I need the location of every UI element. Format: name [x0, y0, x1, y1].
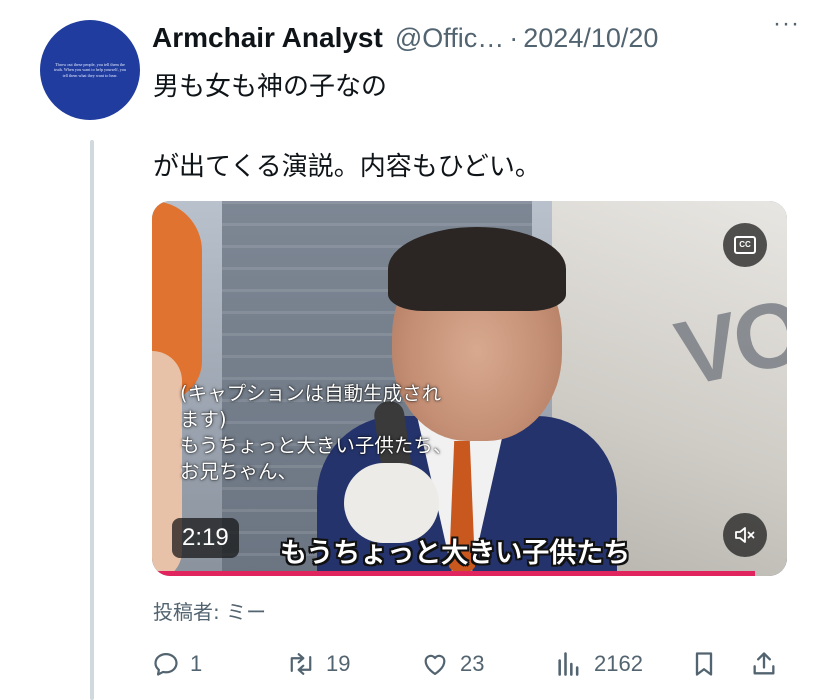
views-icon — [558, 652, 579, 676]
separator-dot: · — [509, 22, 519, 53]
reply-button[interactable]: 1 — [152, 644, 202, 684]
tweet-header: Armchair Analyst @Offic… · 2024/10/20 — [152, 18, 812, 58]
muted-speaker-icon — [735, 527, 755, 543]
like-button[interactable]: 23 — [420, 644, 484, 684]
retweet-icon — [290, 653, 312, 675]
reply-icon — [154, 652, 178, 676]
views-count: 2162 — [594, 651, 643, 676]
avatar-text: Throw out these people, you tell them th… — [53, 61, 127, 78]
video-frame-speaker-hair — [388, 227, 566, 311]
bookmark-icon — [695, 652, 713, 676]
auto-caption: (キャプションは自動生成され ます) もうちょっと大きい子供たち、 お兄ちゃん、 — [180, 381, 452, 485]
avatar[interactable]: Throw out these people, you tell them th… — [40, 20, 140, 120]
reply-count: 1 — [190, 651, 203, 676]
tweet-text-line-2: が出てくる演説。内容もひどい。 — [153, 152, 541, 182]
burned-in-subtitle: もうちょっと大きい子供たち — [280, 538, 631, 569]
share-button[interactable] — [750, 644, 778, 684]
more-options-icon[interactable]: ··· — [773, 10, 800, 38]
bookmark-button[interactable] — [690, 644, 718, 684]
action-bar: 1 19 23 2162 — [152, 644, 792, 684]
caption-line: ます) — [180, 408, 227, 431]
caption-line: (キャプションは自動生成され — [180, 382, 442, 405]
cc-icon: CC — [734, 236, 756, 254]
post-date[interactable]: 2024/10/20 — [523, 23, 658, 54]
mute-button[interactable] — [723, 513, 767, 557]
retweet-button[interactable]: 19 — [286, 644, 350, 684]
caption-line: お兄ちゃん、 — [180, 460, 298, 483]
tweet-text-line-1: 男も女も神の子なの — [153, 72, 388, 102]
author-name[interactable]: Armchair Analyst — [152, 22, 383, 54]
thread-line — [90, 140, 94, 700]
like-count: 23 — [460, 651, 485, 676]
author-handle[interactable]: @Offic… — [395, 23, 504, 54]
video-player[interactable]: VO (キャプションは自動生成され ます) もうちょっと大きい子供たち、 お兄ち… — [152, 201, 787, 576]
closed-captions-button[interactable]: CC — [723, 223, 767, 267]
posted-by-label: 投稿者: ミー — [153, 600, 267, 624]
video-duration: 2:19 — [172, 518, 239, 558]
views-button[interactable]: 2162 — [554, 644, 643, 684]
caption-line: もうちょっと大きい子供たち、 — [180, 434, 453, 457]
share-icon — [753, 652, 775, 675]
retweet-count: 19 — [326, 651, 351, 676]
video-progress-bar[interactable] — [152, 571, 756, 576]
like-icon — [424, 654, 446, 676]
